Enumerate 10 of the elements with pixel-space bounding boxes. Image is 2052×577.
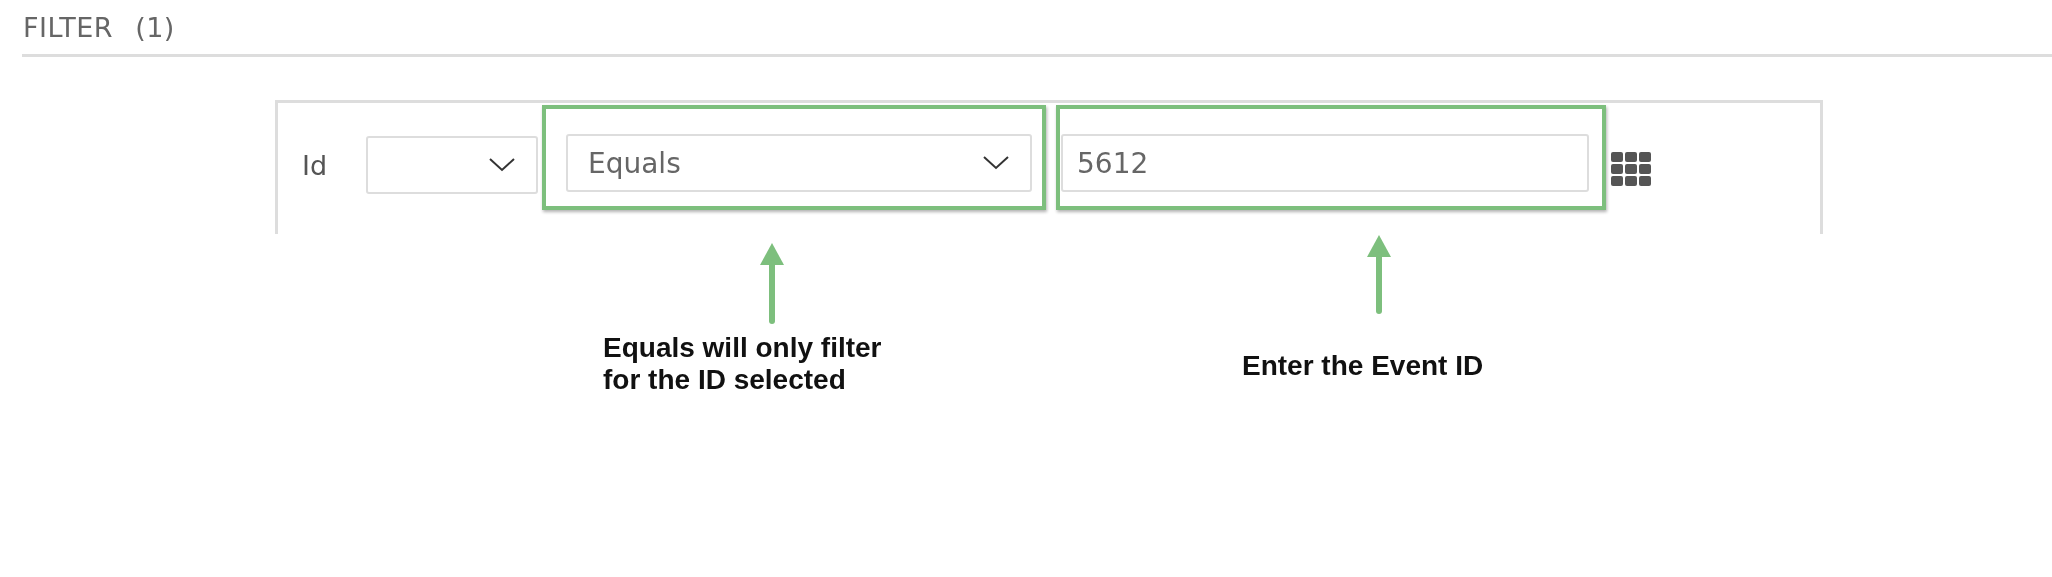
chevron-down-icon bbox=[982, 155, 1010, 171]
operator-dropdown[interactable]: Equals bbox=[566, 134, 1032, 192]
value-input[interactable]: 5612 bbox=[1061, 134, 1589, 192]
grid-icon[interactable] bbox=[1611, 152, 1653, 186]
filter-count: (1) bbox=[135, 12, 175, 45]
chevron-down-icon bbox=[488, 157, 516, 173]
annotation-text: Enter the Event ID bbox=[1242, 350, 1484, 383]
section-title: FILTER bbox=[23, 12, 114, 45]
annotation-text: Equals will only filter for the ID selected bbox=[603, 332, 882, 397]
field-label: Id bbox=[302, 150, 329, 181]
